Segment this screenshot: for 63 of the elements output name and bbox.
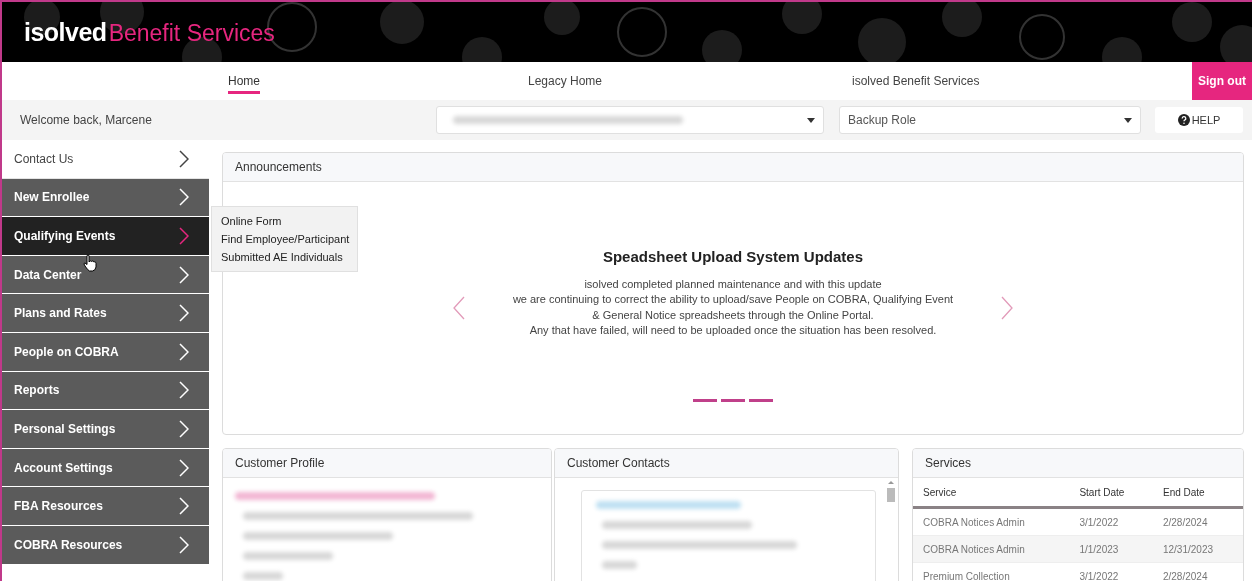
column-header: Start Date (1069, 478, 1153, 508)
sign-out-button[interactable]: Sign out (1192, 62, 1252, 100)
chevron-right-icon (179, 227, 189, 245)
sidebar-item[interactable]: People on COBRA (2, 332, 209, 372)
flyout-item[interactable]: Find Employee/Participant (221, 233, 350, 245)
slide-indicator-icon[interactable] (693, 399, 773, 402)
table-cell: 3/1/2022 (1069, 507, 1153, 536)
sidebar-item[interactable]: Qualifying Events (2, 217, 209, 256)
chevron-right-icon (179, 497, 189, 516)
announcement-line: isolved completed planned maintenance and with this update (583, 276, 883, 292)
caret-icon (1124, 117, 1132, 123)
card-title: Customer Contacts (555, 449, 898, 478)
welcome-text: Welcome back, Marcene (19, 113, 153, 127)
sidebar-item[interactable]: Account Settings (2, 448, 209, 488)
table-cell: 3/1/2022 (1069, 562, 1153, 581)
column-header: End Date (1152, 478, 1243, 508)
table-cell: Premium Collection (913, 562, 1070, 581)
table-cell: 2/28/2024 (1152, 562, 1243, 581)
table-cell: 12/31/2023 (1152, 535, 1243, 563)
card-title: Customer Profile (223, 449, 551, 478)
account-select[interactable] (436, 106, 824, 134)
flyout-item[interactable]: Online Form (221, 215, 350, 227)
caret-icon (807, 117, 815, 123)
announcement-line: Any that have failed, will need to be uploaded once the situation has been resolved. (528, 323, 938, 338)
flyout-item[interactable]: Submitted AE Individuals (221, 251, 350, 263)
table-cell: COBRA Notices Admin (913, 535, 1070, 563)
chevron-right-icon (179, 419, 189, 438)
chevron-right-icon (179, 304, 189, 323)
nav-tab[interactable]: Legacy Home (528, 74, 603, 88)
chevron-right-icon (179, 342, 189, 361)
role-select[interactable]: Backup Role (839, 106, 1141, 134)
chevron-right-icon (179, 535, 189, 554)
chevron-right-icon (179, 149, 189, 168)
chevron-left-icon[interactable] (453, 296, 465, 320)
announcement-line: we are continuing to correct the ability to upload/save People on COBRA, Qualifying Event (511, 292, 955, 307)
sidebar-item[interactable]: New Enrollee (2, 178, 209, 218)
sidebar-item[interactable]: Plans and Rates (2, 294, 209, 333)
chevron-right-icon (179, 188, 189, 207)
table-cell: 2/28/2024 (1152, 507, 1243, 536)
hand-cursor-icon (83, 254, 97, 272)
question-icon (1177, 114, 1190, 126)
nav-tab[interactable]: isolved Benefit Services (852, 74, 980, 88)
help-button[interactable]: HELP (1155, 107, 1243, 133)
table-cell: COBRA Notices Admin (913, 507, 1070, 536)
chevron-right-icon (179, 381, 189, 400)
redacted-text (602, 561, 637, 569)
table-cell: 1/1/2023 (1069, 535, 1153, 563)
card-title: Services (913, 449, 1243, 478)
sidebar-item[interactable]: Personal Settings (2, 410, 209, 449)
chevron-right-icon[interactable] (1001, 296, 1013, 320)
announcement-line: & General Notice spreadsheets through the Online Portal. (591, 307, 875, 323)
nav-tab[interactable]: Home (228, 74, 260, 94)
chevron-right-icon (179, 265, 189, 284)
sidebar-item[interactable]: COBRA Resources (2, 525, 209, 565)
announcement-headline: Speadsheet Upload System Updates (601, 247, 865, 265)
column-header: Service (913, 478, 1070, 508)
chevron-right-icon (179, 458, 189, 477)
sidebar-item[interactable]: Data Center (2, 255, 209, 295)
logo-text: Benefit Services (108, 19, 275, 47)
card-title: Announcements (223, 153, 1243, 182)
sidebar-item[interactable]: Reports (2, 371, 209, 411)
sidebar-item[interactable]: FBA Resources (2, 487, 209, 526)
logo-mark: isolved (24, 17, 107, 47)
